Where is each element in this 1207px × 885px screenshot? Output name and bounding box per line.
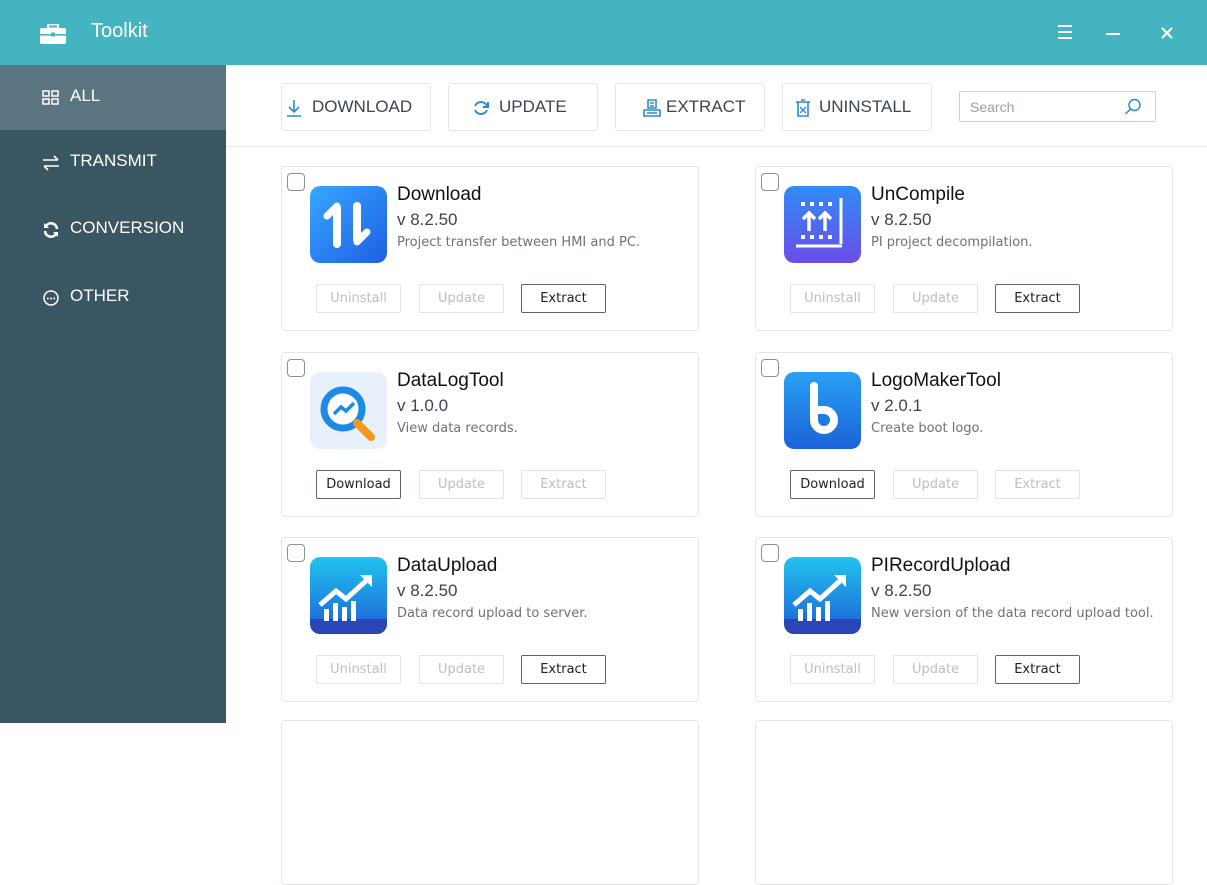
extract-tool-button: Extract: [995, 470, 1080, 499]
sidebar-item-label: OTHER: [70, 286, 130, 305]
download-app-logo-icon: [310, 186, 387, 263]
select-checkbox[interactable]: [287, 544, 305, 562]
download-icon: [287, 100, 301, 117]
uncompile-app-logo-icon: [784, 186, 861, 263]
extract-tool-button[interactable]: Extract: [521, 655, 606, 684]
window-title: Toolkit: [91, 20, 148, 42]
extract-tool-button[interactable]: Extract: [995, 655, 1080, 684]
tool-card-logomakertool: LogoMakerTool v 2.0.1 Create boot logo. …: [755, 352, 1173, 517]
search-input[interactable]: [970, 96, 1120, 118]
toolbox-icon: [40, 24, 66, 44]
close-icon: [1161, 27, 1173, 39]
search-icon[interactable]: [1123, 97, 1143, 117]
tool-name: Download: [397, 184, 482, 205]
dataupload-app-logo-icon: [310, 557, 387, 634]
download-tool-button[interactable]: Download: [316, 470, 401, 499]
update-tool-button: Update: [419, 470, 504, 499]
tool-description: Data record upload to server.: [397, 606, 588, 621]
search-box: [959, 91, 1156, 122]
select-checkbox[interactable]: [761, 173, 779, 191]
select-checkbox[interactable]: [287, 359, 305, 377]
select-checkbox[interactable]: [287, 173, 305, 191]
uninstall-tool-button: Uninstall: [790, 284, 875, 313]
sidebar: ALL TRANSMIT CONVERSION OTHER: [0, 65, 226, 723]
sidebar-item-label: TRANSMIT: [70, 151, 157, 170]
sidebar-item-conversion[interactable]: CONVERSION: [0, 197, 226, 262]
sidebar-item-label: CONVERSION: [70, 218, 185, 237]
tool-version: v 2.0.1: [871, 396, 923, 415]
update-tool-button: Update: [419, 284, 504, 313]
tool-version: v 8.2.50: [871, 581, 932, 600]
pirecordupload-app-logo-icon: [784, 557, 861, 634]
tool-card-datalogtool: DataLogTool v 1.0.0 View data records. D…: [281, 352, 699, 517]
tool-name: LogoMakerTool: [871, 370, 1001, 391]
tool-card-download: Download v 8.2.50 Project transfer betwe…: [281, 166, 699, 331]
select-checkbox[interactable]: [761, 544, 779, 562]
update-button[interactable]: UPDATE: [448, 83, 598, 131]
toolbar: DOWNLOAD UPDATE EXTRACT UNINSTALL: [226, 65, 1207, 147]
extract-tool-button[interactable]: Extract: [521, 284, 606, 313]
select-checkbox[interactable]: [761, 359, 779, 377]
refresh-icon: [43, 222, 59, 238]
tool-card-partial: [281, 720, 699, 885]
uninstall-button[interactable]: UNINSTALL: [782, 83, 932, 131]
tool-card-dataupload: DataUpload v 8.2.50 Data record upload t…: [281, 537, 699, 702]
sidebar-item-transmit[interactable]: TRANSMIT: [0, 130, 226, 195]
update-tool-button: Update: [893, 655, 978, 684]
extract-tool-button[interactable]: Extract: [995, 284, 1080, 313]
uninstall-tool-button: Uninstall: [316, 284, 401, 313]
grid-icon: [42, 90, 59, 105]
tool-description: Create boot logo.: [871, 421, 984, 436]
transfer-arrows-icon: [43, 155, 59, 171]
update-tool-button: Update: [893, 284, 978, 313]
tool-card-pirecordupload: PIRecordUpload v 8.2.50 New version of t…: [755, 537, 1173, 702]
logomakertool-app-logo-icon: [784, 372, 861, 449]
tool-name: UnCompile: [871, 184, 965, 205]
extract-icon: [643, 99, 661, 117]
download-tool-button[interactable]: Download: [790, 470, 875, 499]
tool-description: Project transfer between HMI and PC.: [397, 235, 641, 250]
tool-card-uncompile: UnCompile v 8.2.50 PI project decompilat…: [755, 166, 1173, 331]
uninstall-tool-button: Uninstall: [316, 655, 401, 684]
menu-icon: [1058, 25, 1072, 39]
tool-description: New version of the data record upload to…: [871, 606, 1154, 621]
tool-card-partial: [755, 720, 1173, 885]
menu-button[interactable]: [1055, 22, 1075, 46]
tool-name: PIRecordUpload: [871, 555, 1011, 576]
tool-name: DataLogTool: [397, 370, 504, 391]
update-tool-button: Update: [419, 655, 504, 684]
uninstall-icon: [796, 99, 810, 117]
tool-version: v 1.0.0: [397, 396, 449, 415]
sidebar-item-other[interactable]: OTHER: [0, 265, 226, 330]
tool-description: PI project decompilation.: [871, 235, 1033, 250]
title-bar: Toolkit: [0, 0, 1207, 65]
extract-button[interactable]: EXTRACT: [615, 83, 765, 131]
minimize-icon: [1106, 33, 1120, 35]
close-button[interactable]: [1157, 22, 1177, 46]
datalogtool-app-logo-icon: [310, 372, 387, 449]
minimize-button[interactable]: [1103, 22, 1123, 46]
tool-version: v 8.2.50: [397, 581, 458, 600]
extract-tool-button: Extract: [521, 470, 606, 499]
tool-name: DataUpload: [397, 555, 498, 576]
tool-version: v 8.2.50: [397, 210, 458, 229]
update-icon: [474, 101, 489, 115]
update-tool-button: Update: [893, 470, 978, 499]
more-circle-icon: [43, 290, 59, 306]
uninstall-tool-button: Uninstall: [790, 655, 875, 684]
download-button[interactable]: DOWNLOAD: [281, 83, 431, 131]
tool-version: v 8.2.50: [871, 210, 932, 229]
sidebar-item-label: ALL: [70, 86, 101, 105]
sidebar-item-all[interactable]: ALL: [0, 65, 226, 130]
tool-description: View data records.: [397, 421, 518, 436]
